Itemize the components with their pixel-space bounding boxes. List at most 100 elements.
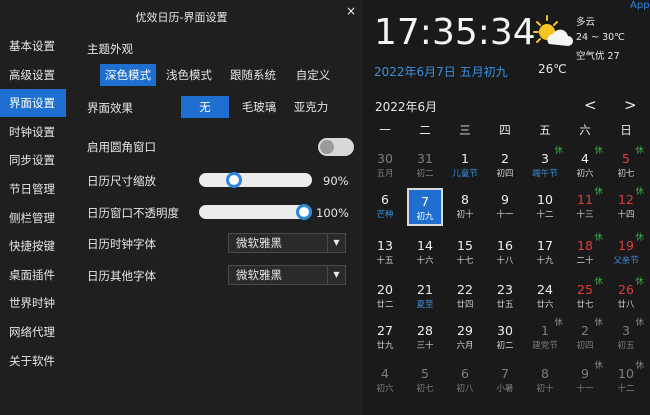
day-cell[interactable]: 11 十三休 <box>566 187 604 224</box>
day-cell[interactable]: 28 三十 <box>406 321 444 355</box>
opacity-slider-thumb[interactable] <box>296 204 312 220</box>
next-month-button[interactable]: > <box>624 96 637 114</box>
day-number: 21 <box>417 282 433 297</box>
day-cell[interactable]: 5 初七 <box>406 364 444 398</box>
day-cell[interactable]: 3 端午节休 <box>526 146 564 183</box>
sidebar-item[interactable]: 基本设置 <box>0 32 66 60</box>
lunar-label: 初二 <box>496 341 514 351</box>
day-cell[interactable]: 8 初十 <box>526 364 564 398</box>
day-cell[interactable]: 4 初六 <box>366 364 404 398</box>
day-number: 6 <box>381 192 389 207</box>
scale-slider[interactable] <box>199 172 312 188</box>
holiday-badge: 休 <box>554 318 563 328</box>
effect-option[interactable]: 毛玻璃 <box>235 96 283 118</box>
prev-month-button[interactable]: < <box>584 96 597 114</box>
day-number: 5 <box>421 366 429 381</box>
today-cell[interactable]: 7 初九 <box>407 188 443 226</box>
rounded-window-toggle[interactable] <box>318 138 354 156</box>
day-cell[interactable]: 14 十六 <box>406 236 444 270</box>
day-cell[interactable]: 4 初六休 <box>566 146 604 183</box>
day-cell[interactable]: 27 廿九 <box>366 321 404 355</box>
day-cell[interactable]: 9 十一 <box>486 190 524 224</box>
day-cell[interactable]: 13 十五 <box>366 236 404 270</box>
day-cell[interactable]: 1 儿童节 <box>446 149 484 183</box>
day-cell[interactable]: 30 五月 <box>366 149 404 183</box>
day-cell[interactable]: 30 初二 <box>486 321 524 355</box>
day-cell[interactable]: 22 廿四 <box>446 280 484 314</box>
day-cell[interactable]: 29 六月 <box>446 321 484 355</box>
weekday-label: 五 <box>539 123 551 137</box>
day-cell[interactable]: 8 初十 <box>446 190 484 224</box>
sidebar-item[interactable]: 高级设置 <box>0 61 66 89</box>
other-font-select[interactable]: 微软雅黑 ▼ <box>228 265 346 285</box>
theme-option[interactable]: 跟随系统 <box>225 64 281 86</box>
sidebar-item[interactable]: 桌面插件 <box>0 261 66 289</box>
scale-slider-thumb[interactable] <box>226 172 243 188</box>
day-cell[interactable]: 6 初八 <box>446 364 484 398</box>
day-cell[interactable]: 1 建党节休 <box>526 318 564 355</box>
air-quality: 空气优 27 <box>576 51 620 62</box>
other-font-label: 日历其他字体 <box>87 269 156 283</box>
lunar-label: 初九 <box>416 212 434 222</box>
sidebar-item[interactable]: 关于软件 <box>0 347 66 375</box>
theme-option[interactable]: 自定义 <box>291 64 335 86</box>
lunar-label: 芒种 <box>376 210 394 220</box>
day-cell[interactable]: 10 十二 <box>526 190 564 224</box>
day-cell[interactable]: 5 初七休 <box>607 146 645 183</box>
day-cell[interactable]: 2 初四休 <box>566 318 604 355</box>
sidebar-item[interactable]: 网络代理 <box>0 318 66 346</box>
clock-font-select[interactable]: 微软雅黑 ▼ <box>228 233 346 253</box>
day-cell[interactable]: 15 十七 <box>446 236 484 270</box>
opacity-slider[interactable] <box>199 204 312 220</box>
day-cell[interactable]: 25 廿七休 <box>566 277 604 314</box>
lunar-label: 十二 <box>617 384 635 394</box>
day-cell[interactable]: 18 二十休 <box>566 233 604 270</box>
day-cell[interactable]: 6 芒种 <box>366 190 404 224</box>
sidebar-item[interactable]: 时钟设置 <box>0 118 66 146</box>
day-cell[interactable]: 3 初五休 <box>607 318 645 355</box>
effect-option[interactable]: 亚克力 <box>289 96 333 118</box>
lunar-label: 廿二 <box>376 300 394 310</box>
lunar-label: 十二 <box>536 210 554 220</box>
day-cell[interactable]: 23 廿五 <box>486 280 524 314</box>
day-cell[interactable]: 21 夏至 <box>406 280 444 314</box>
day-number: 8 <box>461 192 469 207</box>
lunar-label: 二十 <box>576 256 594 266</box>
day-cell[interactable]: 10 十二休 <box>607 361 645 398</box>
effect-option[interactable]: 无 <box>181 96 229 118</box>
day-cell[interactable]: 19 父亲节休 <box>607 233 645 270</box>
holiday-badge: 休 <box>594 233 603 243</box>
lunar-label: 十七 <box>456 256 474 266</box>
day-cell[interactable]: 7 小暑 <box>486 364 524 398</box>
sidebar-item[interactable]: 世界时钟 <box>0 289 66 317</box>
theme-label: 主题外观 <box>87 42 133 56</box>
sidebar-item[interactable]: 界面设置 <box>0 89 66 118</box>
day-cell[interactable]: 20 廿二 <box>366 280 404 314</box>
lunar-label: 初七 <box>416 384 434 394</box>
lunar-label: 端午节 <box>532 169 558 179</box>
sidebar-item[interactable]: 同步设置 <box>0 146 66 174</box>
day-cell[interactable]: 2 初四 <box>486 149 524 183</box>
day-cell[interactable]: 12 十四休 <box>607 187 645 224</box>
day-number: 28 <box>417 323 433 338</box>
toggle-knob <box>320 140 334 154</box>
day-cell[interactable]: 16 十八 <box>486 236 524 270</box>
theme-option[interactable]: 浅色模式 <box>161 64 217 86</box>
day-cell[interactable]: 24 廿六 <box>526 280 564 314</box>
lunar-label: 十一 <box>576 384 594 394</box>
close-icon[interactable]: × <box>344 4 358 18</box>
holiday-badge: 休 <box>594 187 603 197</box>
sidebar-item[interactable]: 快捷按键 <box>0 232 66 260</box>
day-cell[interactable]: 9 十一休 <box>566 361 604 398</box>
lunar-label: 廿五 <box>496 300 514 310</box>
clock-time: 17:35:34 <box>374 12 536 53</box>
effect-label: 界面效果 <box>87 101 133 115</box>
day-cell[interactable]: 31 初二 <box>406 149 444 183</box>
theme-option[interactable]: 深色模式 <box>100 64 156 86</box>
day-cell[interactable]: 17 十九 <box>526 236 564 270</box>
app-link[interactable]: App <box>630 0 650 11</box>
lunar-label: 十三 <box>576 210 594 220</box>
day-cell[interactable]: 26 廿八休 <box>607 277 645 314</box>
sidebar-item[interactable]: 侧栏管理 <box>0 204 66 232</box>
sidebar-item[interactable]: 节日管理 <box>0 175 66 203</box>
